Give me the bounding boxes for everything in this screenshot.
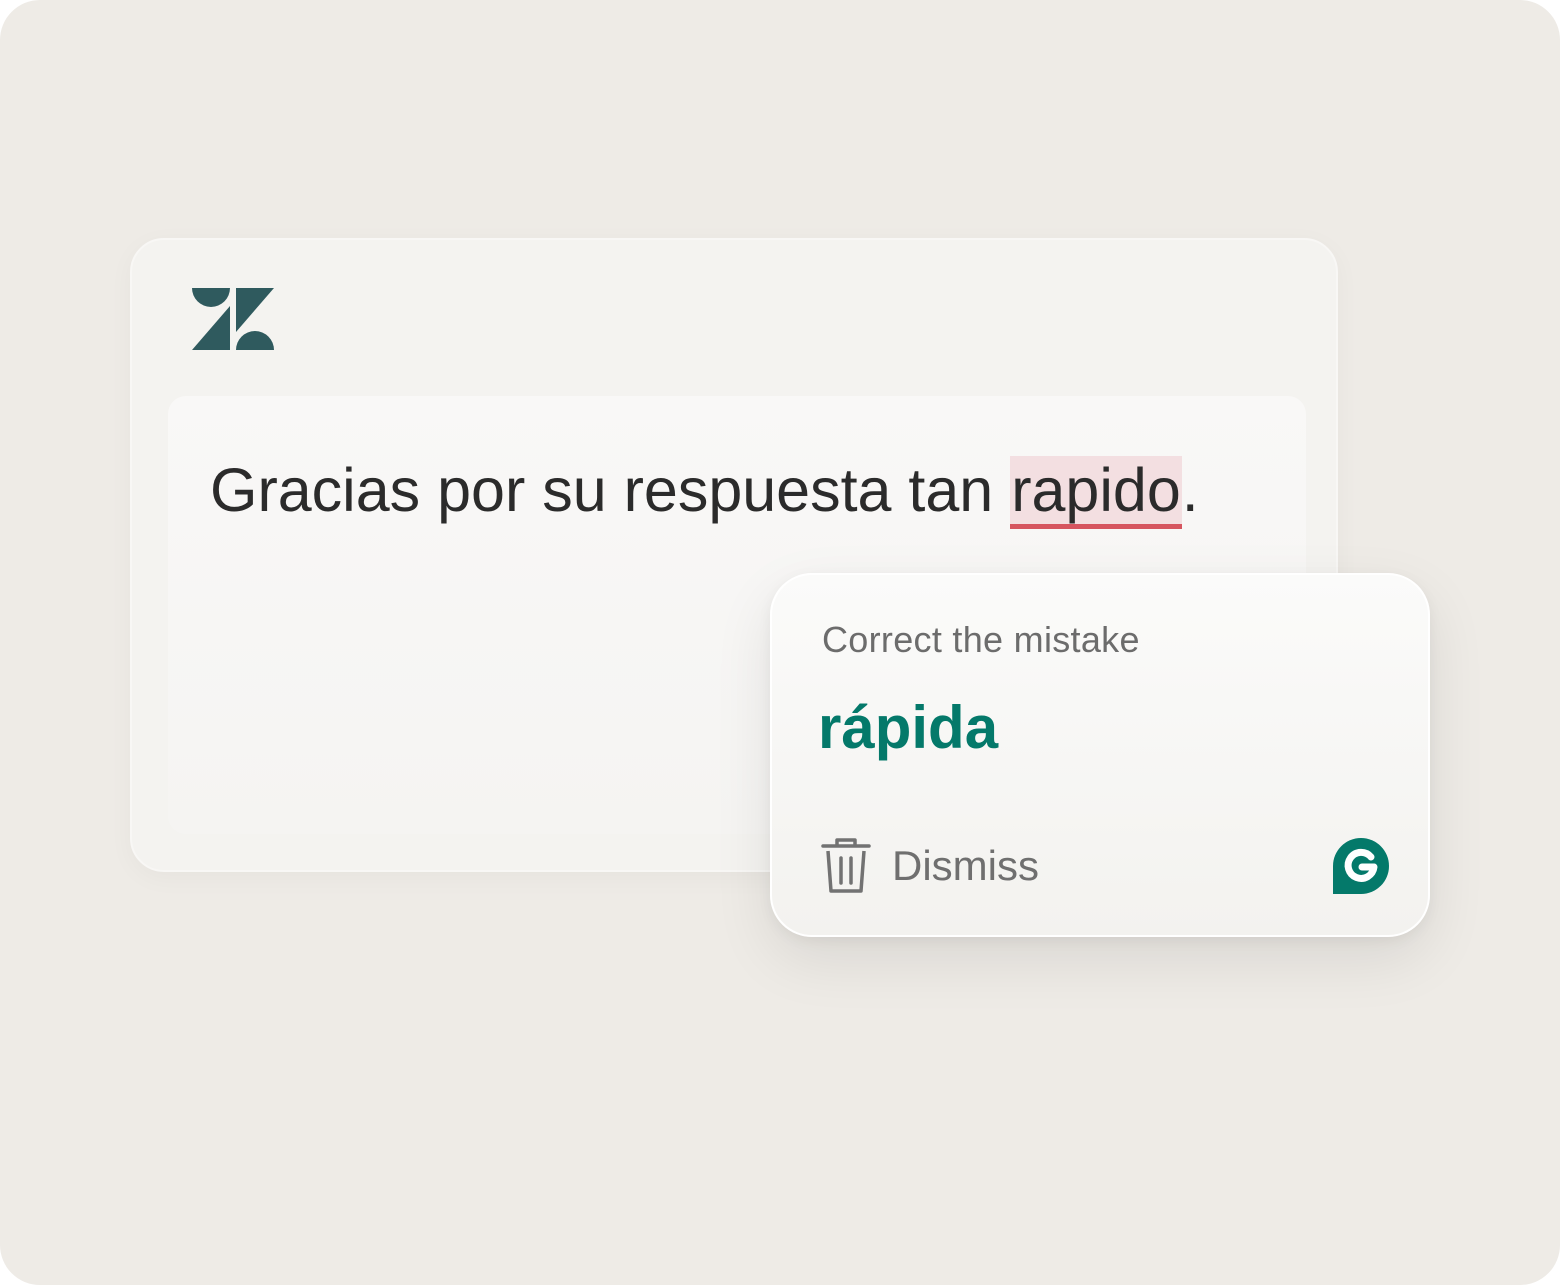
dismiss-label: Dismiss (892, 842, 1039, 889)
flagged-word[interactable]: rapido (1010, 456, 1182, 529)
message-text: Gracias por su respuesta tan rapido. (210, 452, 1199, 529)
canvas: Gracias por su respuesta tan rapido. Cor… (0, 0, 1560, 1285)
dismiss-button[interactable]: Dismiss (820, 833, 1039, 899)
suggestion-heading: Correct the mistake (822, 619, 1140, 660)
message-text-after: . (1181, 456, 1199, 524)
trash-icon (821, 838, 871, 893)
suggestion-card: Correct the mistake rápida Dismiss (770, 573, 1430, 937)
zendesk-logo-icon (192, 288, 274, 350)
grammarly-icon (1333, 838, 1389, 894)
suggestion-word[interactable]: rápida (818, 693, 998, 762)
message-text-before: Gracias por su respuesta tan (210, 456, 1011, 524)
